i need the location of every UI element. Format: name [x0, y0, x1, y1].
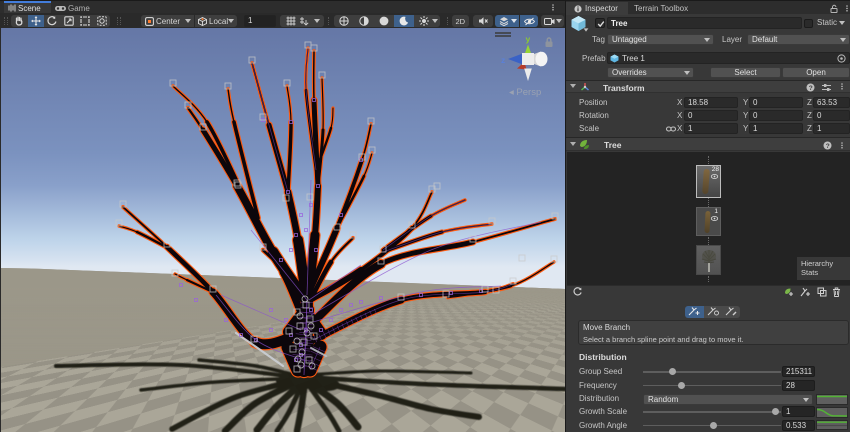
svg-text:y: y	[526, 34, 531, 44]
svg-text:z: z	[501, 55, 505, 65]
svg-text:?: ?	[809, 85, 813, 92]
svg-text:◂ Persp: ◂ Persp	[509, 87, 541, 98]
svg-text:?: ?	[826, 143, 830, 150]
